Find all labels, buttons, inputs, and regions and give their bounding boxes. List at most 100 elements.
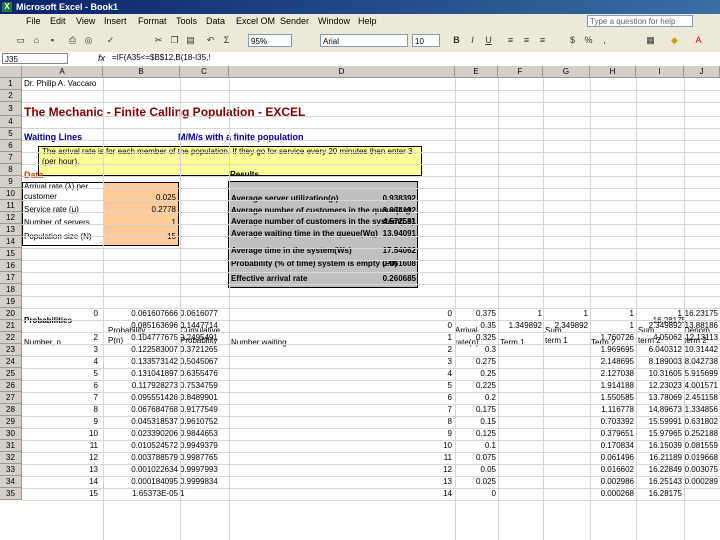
menu-insert[interactable]: Insert bbox=[104, 16, 127, 26]
table-cell-number[interactable]: 5 bbox=[24, 369, 98, 379]
row-header-26[interactable]: 26 bbox=[0, 380, 22, 392]
table-cell-sum-term2[interactable]: 8.189003 bbox=[638, 357, 682, 367]
align-left-icon[interactable]: ≡ bbox=[504, 34, 517, 47]
row-header-10[interactable]: 10 bbox=[0, 188, 22, 200]
column-header-i[interactable]: I bbox=[636, 66, 684, 78]
table-cell-arrival-rate[interactable]: 0.35 bbox=[420, 321, 496, 331]
table-cell-term2[interactable]: 2.148695 bbox=[591, 357, 634, 367]
row-header-21[interactable]: 21 bbox=[0, 320, 22, 332]
column-header-e[interactable]: E bbox=[455, 66, 498, 78]
column-header-c[interactable]: C bbox=[180, 66, 229, 78]
menu-edit[interactable]: Edit bbox=[50, 16, 66, 26]
table-cell-denom-term2[interactable]: 0.000289 bbox=[684, 477, 718, 487]
open-icon[interactable]: ⌂ bbox=[30, 34, 43, 47]
column-header-f[interactable]: F bbox=[498, 66, 543, 78]
table-cell-probability[interactable]: 0.003788579 bbox=[104, 453, 178, 463]
table-cell-number[interactable]: 10 bbox=[24, 429, 98, 439]
table-cell-denom-term2[interactable]: 8.042738 bbox=[684, 357, 718, 367]
table-cell-number[interactable]: 15 bbox=[24, 489, 98, 499]
row-header-14[interactable]: 14 bbox=[0, 236, 22, 248]
result-utilization[interactable]: 0.938392 bbox=[360, 194, 416, 204]
table-cell-arrival-rate[interactable]: 0.2 bbox=[420, 393, 496, 403]
row-header-34[interactable]: 34 bbox=[0, 476, 22, 488]
table-cell-sum-term2[interactable]: 15.97965 bbox=[638, 429, 682, 439]
percent-icon[interactable]: % bbox=[582, 34, 595, 47]
results-label[interactable]: Results bbox=[230, 170, 259, 180]
row-header-24[interactable]: 24 bbox=[0, 356, 22, 368]
input-label-servers[interactable]: Number of servers bbox=[24, 218, 90, 228]
copy-icon[interactable]: ❐ bbox=[168, 34, 181, 47]
column-header-h[interactable]: H bbox=[590, 66, 636, 78]
zoom-select[interactable]: 95% bbox=[248, 34, 292, 47]
table-cell-term2[interactable]: 1 bbox=[591, 321, 634, 331]
table-cell-cumulative[interactable]: 0.9844653 bbox=[180, 429, 226, 439]
table-cell-cumulative[interactable]: 0.9987765 bbox=[180, 453, 226, 463]
table-cell-number[interactable]: 2 bbox=[24, 333, 98, 343]
table-cell-number[interactable]: 12 bbox=[24, 453, 98, 463]
table-cell-number[interactable]: 14 bbox=[24, 477, 98, 487]
row-header-16[interactable]: 16 bbox=[0, 260, 22, 272]
table-cell-cumulative[interactable]: 0.9997993 bbox=[180, 465, 226, 475]
row-header-15[interactable]: 15 bbox=[0, 248, 22, 260]
table-cell-term2[interactable]: 0.379651 bbox=[591, 429, 634, 439]
new-icon[interactable]: ▭ bbox=[14, 34, 27, 47]
table-cell-probability[interactable]: 0.104777675 bbox=[104, 333, 178, 343]
table-cell-cumulative[interactable]: 0.0616077 bbox=[180, 309, 226, 319]
table-cell-denom-term2[interactable]: 5.915699 bbox=[684, 369, 718, 379]
input-arrival-rate[interactable]: 0.025 bbox=[104, 193, 176, 203]
table-cell-cumulative[interactable]: 0.1447714 bbox=[180, 321, 226, 331]
table-cell-sum-term1[interactable]: 2.349892 bbox=[545, 321, 588, 331]
table-cell-denom-term2[interactable]: 2.451158 bbox=[684, 393, 718, 403]
menu-view[interactable]: View bbox=[76, 16, 95, 26]
menu-tools[interactable]: Tools bbox=[176, 16, 197, 26]
table-cell-sum-term2[interactable]: 16.15039 bbox=[638, 441, 682, 451]
row-header-13[interactable]: 13 bbox=[0, 224, 22, 236]
input-population[interactable]: 15 bbox=[104, 232, 176, 242]
table-cell-sum-term2[interactable]: 12.23023 bbox=[638, 381, 682, 391]
preview-icon[interactable]: ◎ bbox=[82, 34, 95, 47]
table-cell-cumulative[interactable]: 0.7534759 bbox=[180, 381, 226, 391]
row-header-20[interactable]: 20 bbox=[0, 308, 22, 320]
table-cell-probability[interactable]: 0.001022634 bbox=[104, 465, 178, 475]
row-header-19[interactable]: 19 bbox=[0, 296, 22, 308]
row-header-4[interactable]: 4 bbox=[0, 116, 22, 128]
table-cell-cumulative[interactable]: 0.5045067 bbox=[180, 357, 226, 367]
table-cell-denom-term2[interactable]: 0.631802 bbox=[684, 417, 718, 427]
row-header-23[interactable]: 23 bbox=[0, 344, 22, 356]
row-header-30[interactable]: 30 bbox=[0, 428, 22, 440]
table-cell-probability[interactable]: 0.133573142 bbox=[104, 357, 178, 367]
row-header-9[interactable]: 9 bbox=[0, 176, 22, 188]
row-header-29[interactable]: 29 bbox=[0, 416, 22, 428]
table-cell-sum-term2[interactable]: 13.78069 bbox=[638, 393, 682, 403]
table-cell-denom-term2[interactable]: 1.334856 bbox=[684, 405, 718, 415]
table-cell-term1[interactable]: 1 bbox=[500, 309, 542, 319]
table-cell-cumulative[interactable]: 0.9177549 bbox=[180, 405, 226, 415]
table-cell-probability[interactable]: 0.061607666 bbox=[104, 309, 178, 319]
row-header-3[interactable]: 3 bbox=[0, 102, 22, 116]
result-wq[interactable]: 13.94091 bbox=[360, 229, 416, 239]
table-cell-probability[interactable]: 0.000184095 bbox=[104, 477, 178, 487]
table-cell-sum-term2[interactable]: 2.349892 bbox=[638, 321, 682, 331]
table-cell-arrival-rate[interactable]: 0.325 bbox=[420, 333, 496, 343]
autosum-icon[interactable]: Σ bbox=[220, 34, 233, 47]
input-servers[interactable]: 1 bbox=[104, 218, 176, 228]
header-term1[interactable]: Term 1 bbox=[500, 338, 524, 348]
align-center-icon[interactable]: ≡ bbox=[520, 34, 533, 47]
table-cell-number[interactable]: 4 bbox=[24, 357, 98, 367]
menu-excel-om[interactable]: Excel OM bbox=[236, 16, 275, 26]
table-cell-cumulative[interactable]: 0.2495491 bbox=[180, 333, 226, 343]
table-cell-sum-term2[interactable]: 16.25143 bbox=[638, 477, 682, 487]
row-header-31[interactable]: 31 bbox=[0, 440, 22, 452]
table-cell-denom-term2[interactable]: 12.13113 bbox=[684, 333, 718, 343]
table-cell-sum-term2[interactable]: 4.05062 bbox=[638, 333, 682, 343]
currency-icon[interactable]: $ bbox=[566, 34, 579, 47]
table-cell-probability[interactable]: 0.023390206 bbox=[104, 429, 178, 439]
table-cell-arrival-rate[interactable]: 0.1 bbox=[420, 441, 496, 451]
comma-icon[interactable]: , bbox=[598, 34, 611, 47]
table-cell-probability[interactable]: 0.045318537 bbox=[104, 417, 178, 427]
table-cell-term2[interactable]: 0.002986 bbox=[591, 477, 634, 487]
table-cell-probability[interactable]: 0.122583007 bbox=[104, 345, 178, 355]
fx-icon[interactable]: fx bbox=[98, 53, 105, 63]
row-header-33[interactable]: 33 bbox=[0, 464, 22, 476]
column-header-j[interactable]: J bbox=[684, 66, 720, 78]
